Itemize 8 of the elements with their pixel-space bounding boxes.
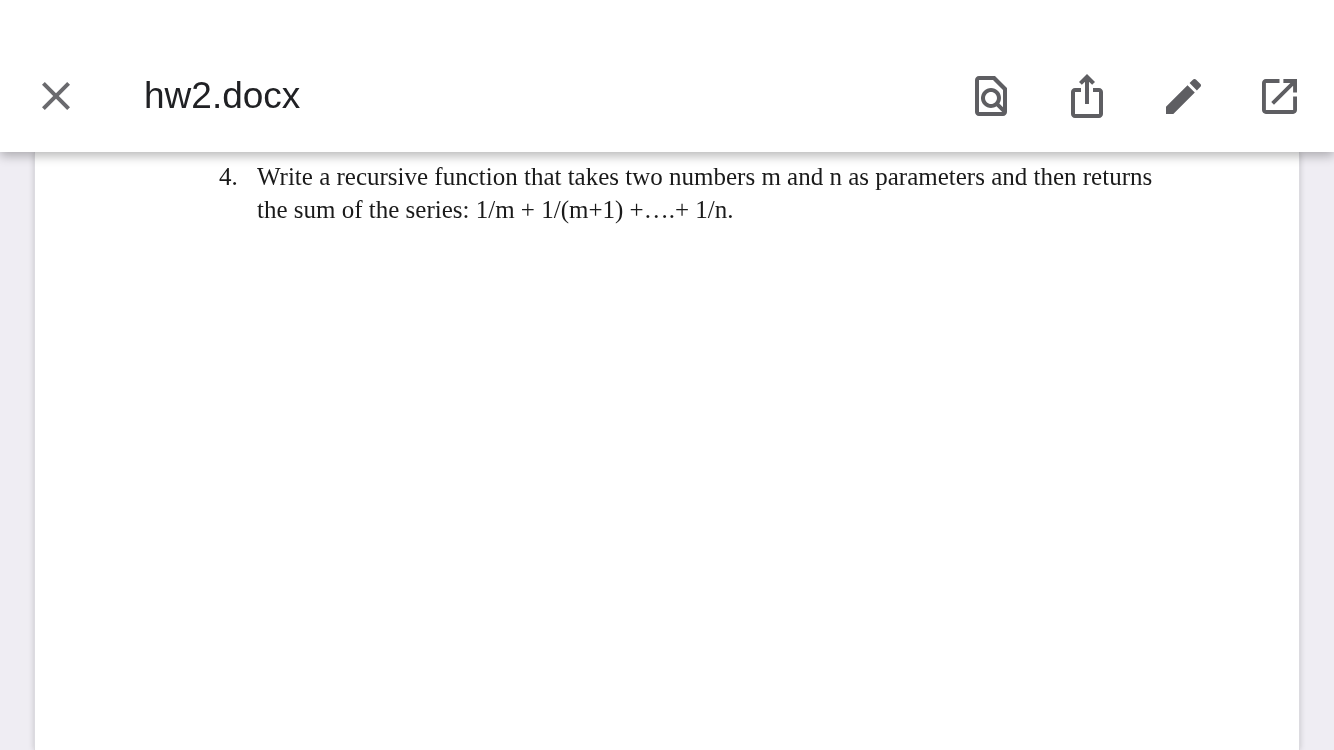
pencil-icon	[1165, 78, 1201, 114]
list-number: 4.	[219, 162, 239, 192]
list-item-text: Write a recursive function that takes two numbers m and n as parameters and then returns the sum of the series: 1/m + 1/(m+1) +….+ 1/n.	[257, 162, 1154, 225]
share-icon	[1071, 74, 1103, 118]
external-link-icon	[1261, 78, 1297, 114]
document-title: hw2.docx	[144, 75, 301, 117]
file-search-icon	[975, 76, 1007, 116]
close-icon	[42, 82, 70, 110]
